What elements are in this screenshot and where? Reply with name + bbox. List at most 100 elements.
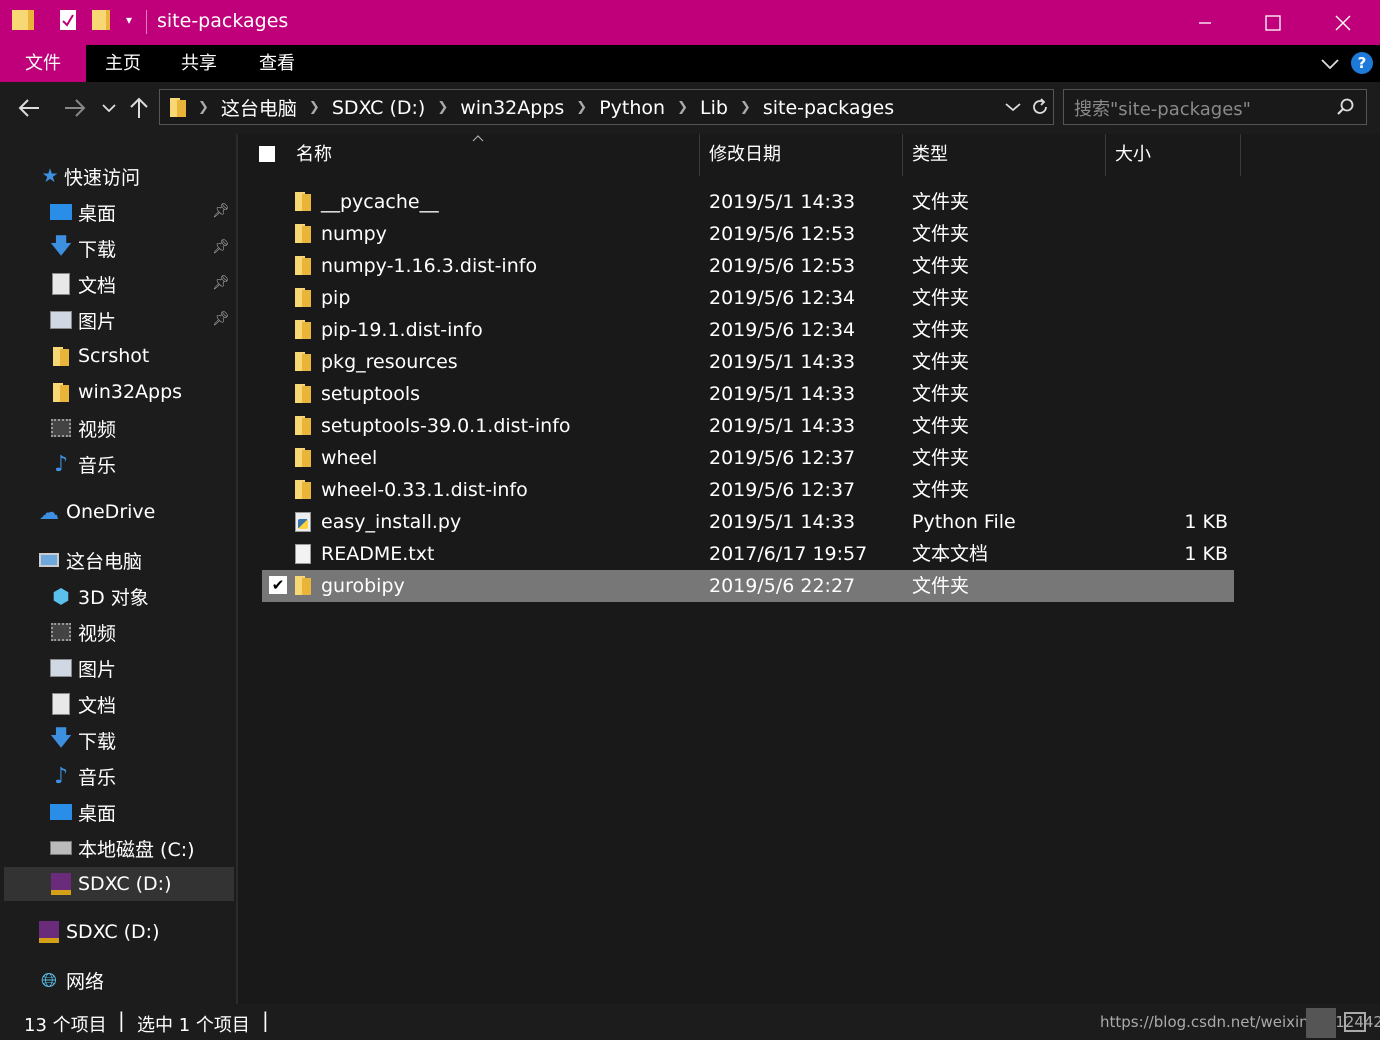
breadcrumb-lib[interactable]: Lib: [700, 97, 728, 119]
table-row[interactable]: numpy-1.16.3.dist-info 2019/5/6 12:53 文件夹: [262, 250, 1234, 282]
breadcrumb-sdxc[interactable]: SDXC (D:): [332, 97, 426, 119]
table-row[interactable]: ✔ gurobipy 2019/5/6 22:27 文件夹: [262, 570, 1234, 602]
column-separator[interactable]: [1105, 134, 1106, 176]
column-separator[interactable]: [1240, 134, 1241, 176]
close-button[interactable]: [1308, 0, 1378, 45]
sidebar-item-music[interactable]: ♪ 音乐: [0, 447, 236, 481]
breadcrumb-this-pc[interactable]: 这台电脑: [221, 94, 297, 121]
file-name: setuptools-39.0.1.dist-info: [321, 415, 571, 437]
sidebar-item-videos[interactable]: 视频: [0, 411, 236, 445]
sidebar-item-downloads-pc[interactable]: 🡇 下载: [0, 723, 236, 757]
sidebar-item-sdxc-d[interactable]: SDXC (D:): [4, 867, 234, 901]
sidebar-item-onedrive[interactable]: ☁ OneDrive: [0, 495, 236, 529]
sidebar-item-network[interactable]: 🌐︎ 网络: [0, 963, 236, 997]
forward-icon[interactable]: [64, 99, 86, 117]
table-row[interactable]: setuptools 2019/5/1 14:33 文件夹: [262, 378, 1234, 410]
sidebar-item-this-pc[interactable]: 这台电脑: [0, 543, 236, 577]
table-row[interactable]: setuptools-39.0.1.dist-info 2019/5/1 14:3…: [262, 410, 1234, 442]
address-dropdown-icon[interactable]: [1005, 102, 1021, 112]
properties-icon[interactable]: [60, 10, 76, 30]
sidebar-item-quick-access[interactable]: ★ 快速访问: [0, 159, 236, 193]
table-row[interactable]: README.txt 2017/6/17 19:57 文本文档 1 KB: [262, 538, 1234, 570]
sidebar-item-videos-pc[interactable]: 视频: [0, 615, 236, 649]
folder-icon: [295, 320, 313, 340]
column-separator[interactable]: [699, 134, 700, 176]
table-row[interactable]: pip 2019/5/6 12:34 文件夹: [262, 282, 1234, 314]
folder-icon: [295, 448, 313, 468]
folder-icon: [295, 416, 313, 436]
search-icon[interactable]: [1337, 98, 1355, 116]
pin-icon[interactable]: 📌︎: [212, 203, 230, 219]
sidebar-item-pictures-pc[interactable]: 图片: [0, 651, 236, 685]
folder-icon: [50, 345, 72, 367]
tab-home[interactable]: 主页: [86, 45, 160, 82]
back-icon[interactable]: [18, 99, 40, 117]
maximize-button[interactable]: [1238, 0, 1308, 45]
table-row[interactable]: pkg_resources 2019/5/1 14:33 文件夹: [262, 346, 1234, 378]
table-row[interactable]: pip-19.1.dist-info 2019/5/6 12:34 文件夹: [262, 314, 1234, 346]
sidebar-item-local-disk-c[interactable]: 本地磁盘 (C:): [0, 831, 236, 865]
column-header-modified[interactable]: 修改日期: [709, 134, 781, 176]
sidebar-item-win32apps[interactable]: win32Apps: [0, 375, 236, 409]
breadcrumb-python[interactable]: Python: [599, 97, 665, 119]
column-header-size[interactable]: 大小: [1115, 134, 1151, 176]
pin-icon[interactable]: 📌︎: [212, 275, 230, 291]
tab-share[interactable]: 共享: [162, 45, 236, 82]
sidebar-item-documents[interactable]: 文档 📌︎: [0, 267, 236, 301]
download-icon: 🡇: [49, 726, 73, 751]
sort-ascending-icon: [472, 135, 484, 142]
document-icon: [50, 693, 72, 715]
expand-ribbon-icon[interactable]: [1320, 57, 1340, 71]
column-separator[interactable]: [902, 134, 903, 176]
pin-icon[interactable]: 📌︎: [212, 311, 230, 327]
select-all-checkbox[interactable]: [259, 146, 275, 162]
help-icon[interactable]: ?: [1351, 52, 1373, 74]
tab-file[interactable]: 文件: [0, 45, 86, 82]
sidebar-item-downloads[interactable]: 🡇 下载 📌︎: [0, 231, 236, 265]
chevron-down-icon[interactable]: ▾: [126, 13, 132, 27]
new-folder-icon[interactable]: [92, 10, 110, 30]
pin-icon[interactable]: 📌︎: [212, 239, 230, 255]
breadcrumb-win32apps[interactable]: win32Apps: [460, 97, 564, 119]
tab-view[interactable]: 查看: [240, 45, 314, 82]
file-modified-date: 2019/5/1 14:33: [709, 191, 856, 213]
minimize-button[interactable]: [1170, 0, 1240, 45]
refresh-icon[interactable]: [1030, 97, 1050, 117]
file-type: 文件夹: [912, 383, 970, 405]
sidebar-item-desktop[interactable]: 桌面 📌︎: [0, 195, 236, 229]
sidebar-item-music-pc[interactable]: ♪ 音乐: [0, 759, 236, 793]
up-icon[interactable]: [130, 97, 148, 119]
table-row[interactable]: wheel-0.33.1.dist-info 2019/5/6 12:37 文件夹: [262, 474, 1234, 506]
file-type: 文件夹: [912, 575, 970, 597]
details-view-button[interactable]: [1306, 1008, 1336, 1038]
table-row[interactable]: wheel 2019/5/6 12:37 文件夹: [262, 442, 1234, 474]
search-input[interactable]: 搜索"site-packages": [1074, 95, 1251, 121]
column-header-name[interactable]: 名称: [296, 134, 332, 176]
file-name: numpy-1.16.3.dist-info: [321, 255, 538, 277]
star-icon: ★: [41, 165, 59, 187]
row-checkbox[interactable]: ✔: [269, 576, 287, 594]
table-row[interactable]: __pycache__ 2019/5/1 14:33 文件夹: [262, 186, 1234, 218]
sidebar-item-sdxc-root[interactable]: SDXC (D:): [0, 915, 236, 949]
sidebar-item-desktop-pc[interactable]: 桌面: [0, 795, 236, 829]
table-row[interactable]: easy_install.py 2019/5/1 14:33 Python File…: [262, 506, 1234, 538]
file-modified-date: 2019/5/1 14:33: [709, 351, 856, 373]
file-modified-date: 2017/6/17 19:57: [709, 543, 868, 565]
column-header-type[interactable]: 类型: [912, 134, 948, 176]
large-icons-view-button[interactable]: [1344, 1012, 1366, 1032]
sidebar-item-pictures[interactable]: 图片 📌︎: [0, 303, 236, 337]
search-box[interactable]: 搜索"site-packages": [1063, 89, 1367, 125]
breadcrumb-site-packages[interactable]: site-packages: [763, 97, 894, 119]
folder-icon: [295, 256, 313, 276]
sidebar-item-documents-pc[interactable]: 文档: [0, 687, 236, 721]
file-modified-date: 2019/5/6 12:37: [709, 447, 856, 469]
file-name: easy_install.py: [321, 511, 462, 533]
video-icon: [50, 417, 72, 439]
sidebar-item-3d-objects[interactable]: ⬢ 3D 对象: [0, 579, 236, 613]
sidebar-item-scrshot[interactable]: Scrshot: [0, 339, 236, 373]
folder-icon[interactable]: [12, 10, 34, 30]
recent-locations-icon[interactable]: [102, 103, 116, 113]
table-row[interactable]: numpy 2019/5/6 12:53 文件夹: [262, 218, 1234, 250]
file-modified-date: 2019/5/6 12:34: [709, 287, 856, 309]
address-bar[interactable]: ❯ 这台电脑 ❯ SDXC (D:) ❯ win32Apps ❯ Python …: [159, 89, 1054, 125]
